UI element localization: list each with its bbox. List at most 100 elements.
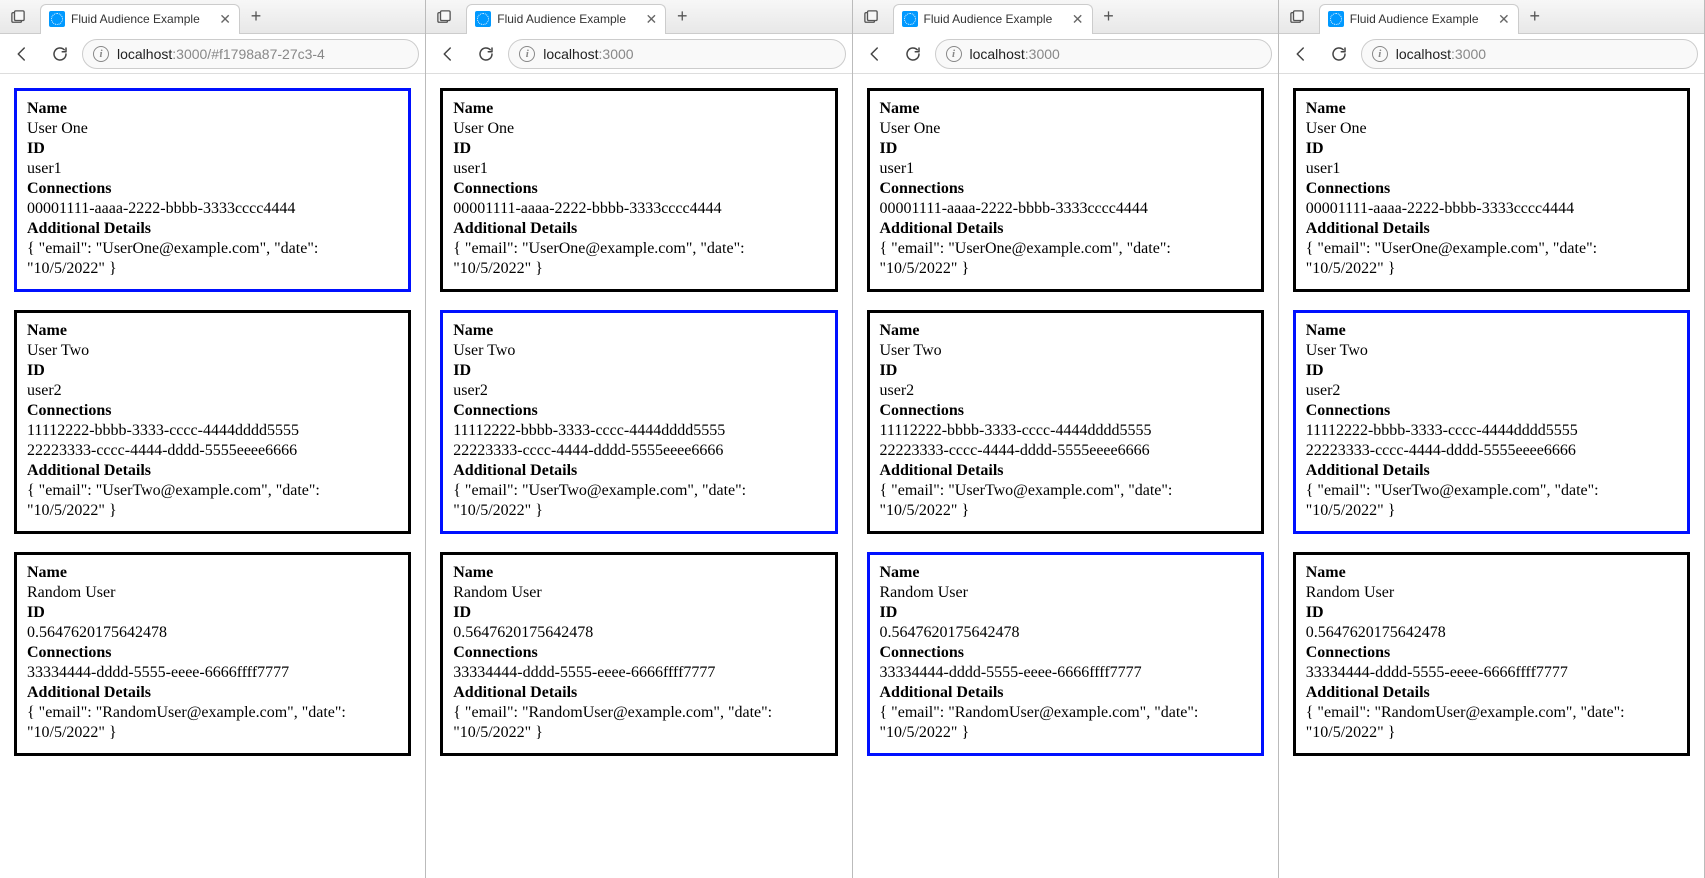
value-id: user1	[880, 159, 1251, 179]
tab-title: Fluid Audience Example	[924, 12, 1064, 26]
value-name: Random User	[27, 583, 398, 603]
label-connections: Connections	[27, 401, 398, 421]
value-id: user1	[1306, 159, 1677, 179]
window-controls	[1283, 4, 1311, 30]
back-button[interactable]	[1285, 38, 1317, 70]
user-card: Name User One ID user1 Connections 00001…	[1293, 88, 1690, 292]
label-additional: Additional Details	[453, 683, 824, 703]
value-connection: 33334444-dddd-5555-eeee-6666ffff7777	[880, 663, 1251, 683]
new-tab-button[interactable]: +	[242, 3, 270, 31]
url-rest: :3000	[1451, 46, 1486, 62]
value-details: { "email": "RandomUser@example.com", "da…	[1306, 703, 1677, 743]
label-additional: Additional Details	[1306, 461, 1677, 481]
value-details: { "email": "UserTwo@example.com", "date"…	[880, 481, 1251, 521]
navbar: i localhost:3000	[1279, 34, 1704, 74]
label-additional: Additional Details	[27, 219, 398, 239]
value-name: User Two	[27, 341, 398, 361]
value-details: { "email": "UserTwo@example.com", "date"…	[1306, 481, 1677, 521]
site-info-icon[interactable]: i	[93, 46, 109, 62]
label-id: ID	[453, 603, 824, 623]
label-additional: Additional Details	[1306, 683, 1677, 703]
titlebar: Fluid Audience Example ✕ +	[853, 0, 1278, 34]
label-connections: Connections	[1306, 401, 1677, 421]
navbar: i localhost:3000	[853, 34, 1278, 74]
new-tab-button[interactable]: +	[1095, 3, 1123, 31]
browser-tab[interactable]: Fluid Audience Example ✕	[466, 4, 666, 34]
user-card: Name User One ID user1 Connections 00001…	[440, 88, 837, 292]
label-name: Name	[880, 563, 1251, 583]
reload-button[interactable]	[897, 38, 929, 70]
value-connection: 11112222-bbbb-3333-cccc-4444dddd5555	[27, 421, 398, 441]
window-controls	[4, 4, 32, 30]
user-card: Name User One ID user1 Connections 00001…	[14, 88, 411, 292]
react-favicon	[1328, 11, 1344, 27]
label-connections: Connections	[27, 179, 398, 199]
label-connections: Connections	[453, 643, 824, 663]
value-connection: 22223333-cccc-4444-dddd-5555eeee6666	[1306, 441, 1677, 461]
value-connection: 11112222-bbbb-3333-cccc-4444dddd5555	[880, 421, 1251, 441]
reload-button[interactable]	[470, 38, 502, 70]
close-tab-button[interactable]: ✕	[219, 11, 231, 28]
label-connections: Connections	[27, 643, 398, 663]
browser-tab[interactable]: Fluid Audience Example ✕	[893, 4, 1093, 34]
label-id: ID	[27, 603, 398, 623]
tab-title: Fluid Audience Example	[497, 12, 637, 26]
value-connection: 33334444-dddd-5555-eeee-6666ffff7777	[27, 663, 398, 683]
address-bar[interactable]: i localhost:3000	[508, 39, 845, 69]
browser-tab[interactable]: Fluid Audience Example ✕	[40, 4, 240, 34]
label-connections: Connections	[1306, 643, 1677, 663]
value-name: User Two	[880, 341, 1251, 361]
tab-overview-button[interactable]	[1283, 4, 1311, 30]
label-name: Name	[1306, 99, 1677, 119]
value-name: Random User	[880, 583, 1251, 603]
reload-button[interactable]	[44, 38, 76, 70]
label-additional: Additional Details	[1306, 219, 1677, 239]
label-id: ID	[1306, 139, 1677, 159]
navbar: i localhost:3000/#f1798a87-27c3-4	[0, 34, 425, 74]
label-additional: Additional Details	[27, 461, 398, 481]
navbar: i localhost:3000	[426, 34, 851, 74]
browser-tab[interactable]: Fluid Audience Example ✕	[1319, 4, 1519, 34]
new-tab-button[interactable]: +	[668, 3, 696, 31]
address-bar[interactable]: i localhost:3000/#f1798a87-27c3-4	[82, 39, 419, 69]
close-tab-button[interactable]: ✕	[646, 11, 658, 28]
value-name: User One	[453, 119, 824, 139]
url-host: localhost	[543, 46, 598, 62]
react-favicon	[475, 11, 491, 27]
label-id: ID	[27, 361, 398, 381]
new-tab-button[interactable]: +	[1521, 3, 1549, 31]
label-connections: Connections	[453, 401, 824, 421]
value-connection: 33334444-dddd-5555-eeee-6666ffff7777	[1306, 663, 1677, 683]
value-connection: 00001111-aaaa-2222-bbbb-3333cccc4444	[880, 199, 1251, 219]
close-tab-button[interactable]: ✕	[1072, 11, 1084, 28]
value-connection: 22223333-cccc-4444-dddd-5555eeee6666	[27, 441, 398, 461]
value-details: { "email": "UserTwo@example.com", "date"…	[453, 481, 824, 521]
label-additional: Additional Details	[880, 461, 1251, 481]
value-connection: 22223333-cccc-4444-dddd-5555eeee6666	[880, 441, 1251, 461]
url-host: localhost	[1396, 46, 1451, 62]
back-button[interactable]	[859, 38, 891, 70]
titlebar: Fluid Audience Example ✕ +	[426, 0, 851, 34]
tab-overview-button[interactable]	[4, 4, 32, 30]
value-connection: 00001111-aaaa-2222-bbbb-3333cccc4444	[1306, 199, 1677, 219]
site-info-icon[interactable]: i	[946, 46, 962, 62]
address-bar[interactable]: i localhost:3000	[935, 39, 1272, 69]
titlebar: Fluid Audience Example ✕ +	[0, 0, 425, 34]
close-tab-button[interactable]: ✕	[1498, 11, 1510, 28]
value-name: User Two	[453, 341, 824, 361]
site-info-icon[interactable]: i	[519, 46, 535, 62]
tab-title: Fluid Audience Example	[71, 12, 211, 26]
tab-overview-button[interactable]	[430, 4, 458, 30]
label-connections: Connections	[1306, 179, 1677, 199]
user-card: Name User Two ID user2 Connections 11112…	[440, 310, 837, 534]
tab-title: Fluid Audience Example	[1350, 12, 1490, 26]
address-bar[interactable]: i localhost:3000	[1361, 39, 1698, 69]
value-id: 0.5647620175642478	[27, 623, 398, 643]
back-button[interactable]	[6, 38, 38, 70]
tab-overview-button[interactable]	[857, 4, 885, 30]
reload-button[interactable]	[1323, 38, 1355, 70]
value-id: user1	[27, 159, 398, 179]
back-button[interactable]	[432, 38, 464, 70]
site-info-icon[interactable]: i	[1372, 46, 1388, 62]
label-additional: Additional Details	[453, 219, 824, 239]
